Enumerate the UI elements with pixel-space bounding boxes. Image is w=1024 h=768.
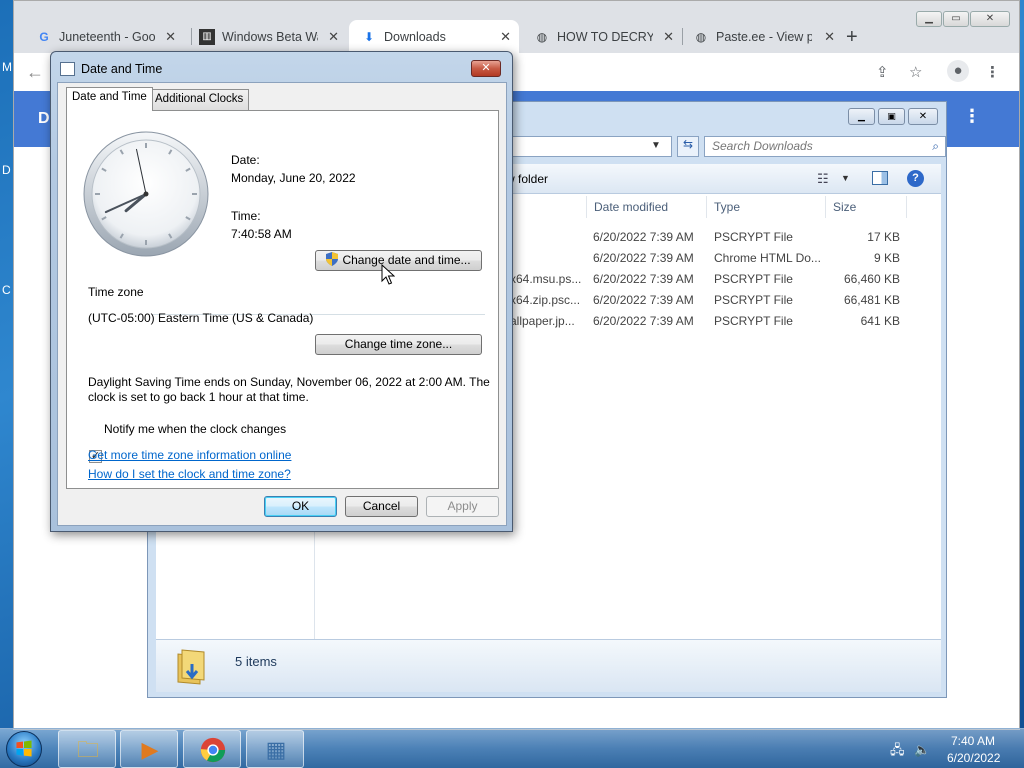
chrome-icon — [200, 737, 226, 763]
media-player-icon: ▶ — [141, 737, 159, 762]
help-clock-link[interactable]: How do I set the clock and time zone? — [88, 467, 291, 481]
download-icon: ⬇ — [363, 29, 375, 44]
timezone-value: (UTC-05:00) Eastern Time (US & Canada) — [88, 311, 314, 325]
date-time-dialog: Date and Time ✕ Date and Time Additional… — [50, 51, 513, 532]
start-button[interactable] — [6, 731, 42, 767]
taskbar-date-time[interactable]: ▦ — [246, 730, 304, 768]
chrome-menu-icon[interactable]: ⋮ — [985, 63, 1000, 81]
mouse-cursor-icon — [381, 264, 395, 285]
cancel-button[interactable]: Cancel — [345, 496, 418, 517]
tab-juneteenth[interactable]: G Juneteenth - Goog ✕ — [24, 20, 184, 53]
minimize-button[interactable]: ▁ — [916, 11, 942, 27]
search-icon: ⌕ — [932, 139, 939, 153]
column-type[interactable]: Type — [714, 200, 740, 214]
apply-button[interactable]: Apply — [426, 496, 499, 517]
taskbar-clock-date[interactable]: 6/20/2022 — [947, 751, 1000, 765]
tab-label: Paste.ee - View pa — [716, 29, 812, 44]
column-date-modified[interactable]: Date modified — [594, 200, 668, 214]
close-icon[interactable]: ✕ — [165, 29, 176, 45]
bank-icon: ▥ — [199, 28, 215, 45]
google-icon: G — [39, 29, 49, 44]
item-count: 5 items — [235, 654, 277, 669]
chevron-down-icon[interactable]: ▼ — [841, 173, 850, 183]
desktop-icon-label: M — [2, 60, 12, 74]
dialog-title: Date and Time — [81, 62, 163, 76]
tab-label: Juneteenth - Goog — [59, 29, 155, 44]
close-icon[interactable]: ✕ — [500, 29, 511, 45]
uac-shield-icon — [326, 252, 339, 266]
profile-icon[interactable]: ● — [947, 60, 969, 82]
change-timezone-button[interactable]: Change time zone... — [315, 334, 482, 355]
help-icon[interactable]: ? — [907, 170, 924, 187]
tab-paste-ee[interactable]: ◍ Paste.ee - View pa ✕ — [681, 20, 843, 53]
close-dialog-button[interactable]: ✕ — [471, 60, 501, 77]
preview-pane-icon[interactable] — [872, 171, 888, 185]
close-icon[interactable]: ✕ — [328, 29, 339, 45]
globe-icon: ◍ — [536, 29, 548, 44]
maximize-button[interactable]: ▭ — [943, 11, 969, 27]
star-icon[interactable]: ☆ — [909, 63, 922, 81]
dialog-body: Date and Time Additional Clocks Date: Mo… — [57, 82, 507, 526]
analog-clock — [83, 131, 209, 257]
calendar-clock-icon: ▦ — [265, 737, 287, 762]
close-window-button[interactable]: ✕ — [970, 11, 1010, 27]
date-label: Date: — [231, 153, 260, 167]
views-icon[interactable]: ☷ — [817, 171, 829, 187]
taskbar-chrome[interactable] — [183, 730, 241, 768]
back-arrow-icon[interactable]: ← — [26, 62, 44, 83]
taskbar: 🗀 ▶ ▦ 🖧 🔈 7:40 AM 6/20/2022 — [0, 728, 1024, 768]
dst-info-line1: Daylight Saving Time ends on Sunday, Nov… — [88, 375, 490, 389]
network-icon[interactable]: 🖧 — [890, 742, 905, 757]
taskbar-clock-time[interactable]: 7:40 AM — [951, 734, 995, 748]
tab-how-to-decrypt[interactable]: ◍ HOW TO DECRYPT ✕ — [522, 20, 682, 53]
more-actions-icon[interactable]: ⋮ — [963, 106, 981, 127]
tab-label: Downloads — [384, 29, 446, 44]
system-tray: 🖧 🔈 — [890, 741, 930, 763]
time-value: 7:40:58 AM — [231, 227, 292, 241]
tab-windows-beta[interactable]: ▥ Windows Beta Wa ✕ — [187, 20, 347, 53]
close-icon[interactable]: ✕ — [824, 29, 835, 45]
button-label: Change date and time... — [342, 253, 471, 267]
tab-strip: G Juneteenth - Goog ✕ ▥ Windows Beta Wa … — [14, 1, 1019, 53]
tab-date-and-time[interactable]: Date and Time — [66, 87, 153, 111]
date-value: Monday, June 20, 2022 — [231, 171, 356, 185]
taskbar-explorer[interactable]: 🗀 — [58, 730, 116, 768]
folder-icon: 🗀 — [76, 737, 99, 762]
volume-icon[interactable]: 🔈 — [914, 742, 930, 757]
search-placeholder: Search Downloads — [712, 139, 813, 153]
folder-download-icon — [177, 649, 205, 685]
windows-logo-icon — [16, 740, 32, 757]
globe-icon: ◍ — [695, 29, 707, 44]
tab-label: Windows Beta Wa — [222, 29, 318, 44]
column-size[interactable]: Size — [833, 200, 856, 214]
dst-info-line2: clock is set to go back 1 hour at that t… — [88, 390, 309, 404]
new-tab-button[interactable]: + — [846, 26, 858, 49]
tab-page: Date: Monday, June 20, 2022 Time: 7:40:5… — [66, 110, 499, 489]
tab-additional-clocks[interactable]: Additional Clocks — [149, 89, 250, 110]
page-title: D — [38, 110, 50, 127]
details-pane: 5 items — [156, 639, 941, 692]
timezone-heading: Time zone — [88, 285, 144, 299]
close-icon[interactable]: ✕ — [663, 29, 674, 45]
notify-label: Notify me when the clock changes — [104, 422, 287, 436]
tab-label: HOW TO DECRYPT — [557, 29, 653, 44]
desktop-icon-label: D — [2, 163, 11, 177]
refresh-icon[interactable]: ⇆ — [677, 136, 699, 157]
time-label: Time: — [231, 209, 261, 223]
ok-button[interactable]: OK — [264, 496, 337, 517]
share-icon[interactable]: ⇪ — [876, 63, 889, 81]
address-bar[interactable]: ls — [496, 136, 672, 157]
change-date-time-button[interactable]: Change date and time... — [315, 250, 482, 271]
desktop-icon-label: C — [2, 283, 11, 297]
chevron-down-icon[interactable]: ▼ — [651, 136, 661, 151]
search-input[interactable]: Search Downloads ⌕ — [704, 136, 946, 157]
timezone-info-link[interactable]: Get more time zone information online — [88, 448, 291, 462]
taskbar-media-player[interactable]: ▶ — [120, 730, 178, 768]
tab-downloads[interactable]: ⬇ Downloads ✕ — [349, 20, 519, 53]
calendar-clock-icon — [60, 62, 75, 76]
